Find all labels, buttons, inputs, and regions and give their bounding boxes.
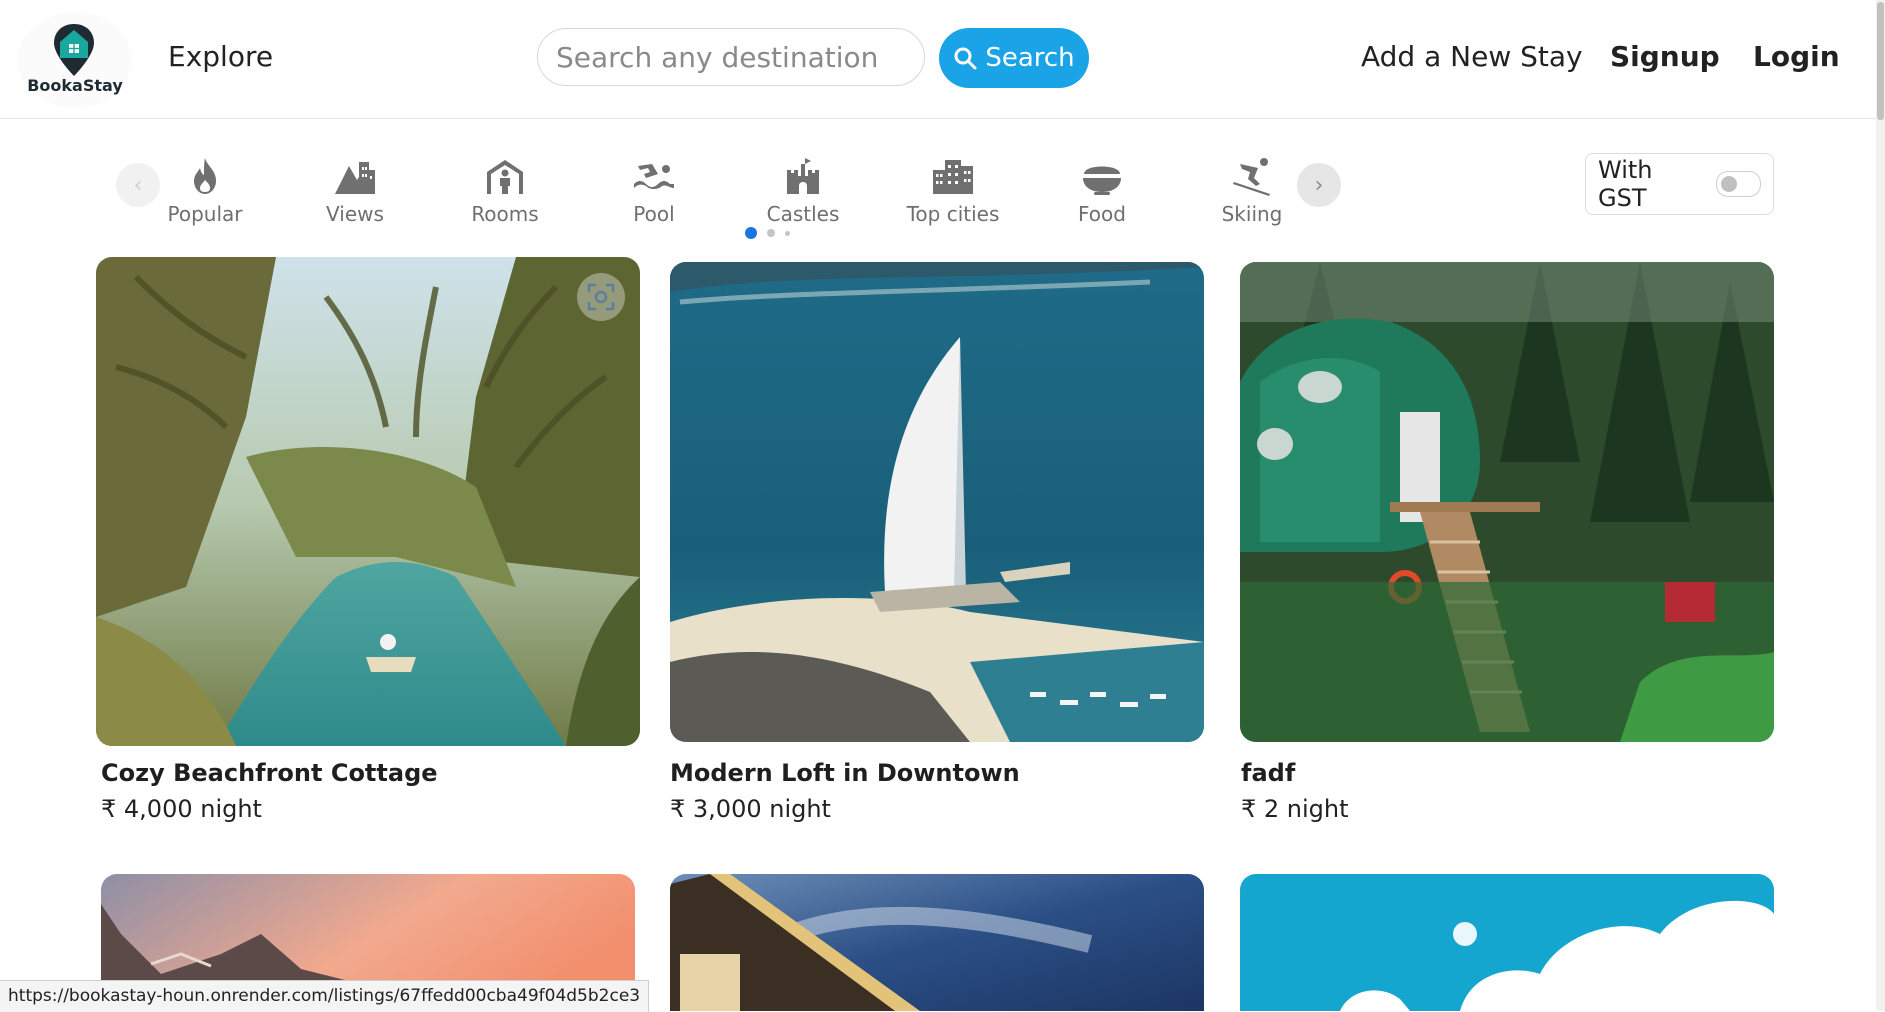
- search-icon: [954, 47, 977, 70]
- filter-label: Pool: [633, 202, 675, 226]
- scan-icon: [587, 283, 615, 311]
- link-preview-statusbar: https://bookastay-houn.onrender.com/list…: [0, 980, 650, 1012]
- search-button[interactable]: Search: [939, 28, 1089, 88]
- filter-food[interactable]: Food: [1037, 156, 1167, 226]
- filter-views[interactable]: Views: [290, 156, 420, 226]
- carousel-indicator: [745, 227, 790, 239]
- city-icon: [933, 160, 973, 194]
- listing-title[interactable]: Modern Loft in Downtown: [670, 759, 1020, 787]
- carousel-dot[interactable]: [785, 230, 790, 236]
- castle-icon: [787, 158, 819, 194]
- listing-title[interactable]: Cozy Beachfront Cottage: [101, 759, 438, 787]
- listing-price: ₹ 4,000 night: [101, 795, 262, 823]
- filter-label: Views: [326, 202, 384, 226]
- scroll-right-button[interactable]: ›: [1297, 163, 1341, 207]
- forest-dome-photo: [1240, 262, 1774, 742]
- person-skiing-icon: [1233, 158, 1270, 196]
- filter-label: Top cities: [906, 202, 1000, 226]
- listing-title[interactable]: fadf: [1241, 759, 1295, 787]
- gst-toggle-box[interactable]: With GST: [1585, 153, 1774, 215]
- filter-pool[interactable]: Pool: [589, 156, 719, 226]
- person-swimming-icon: [634, 164, 674, 189]
- logo-text: BookaStay: [27, 76, 123, 95]
- search-button-label: Search: [985, 43, 1075, 73]
- burj-al-arab-photo: [670, 262, 1204, 742]
- search-input[interactable]: [537, 28, 925, 86]
- listing-image-beach-sky[interactable]: [1240, 874, 1774, 1011]
- listing-price: ₹ 3,000 night: [670, 795, 831, 823]
- chevron-right-icon: ›: [1314, 172, 1324, 198]
- visual-search-button[interactable]: [577, 273, 625, 321]
- filter-castles[interactable]: Castles: [738, 156, 868, 226]
- logo[interactable]: BookaStay: [18, 12, 132, 108]
- carousel-dot-active[interactable]: [745, 227, 757, 239]
- filter-rooms[interactable]: Rooms: [440, 156, 570, 226]
- filter-label: Popular: [167, 202, 243, 226]
- listing-image-downtown-loft[interactable]: [670, 262, 1204, 742]
- villa-dusk-photo: [670, 874, 1204, 1011]
- filter-label: Skiing: [1221, 202, 1283, 226]
- person-shelter-icon: [487, 160, 523, 194]
- gst-switch[interactable]: [1715, 171, 1761, 197]
- blue-sky-photo: [1240, 874, 1774, 1011]
- scrollbar-thumb[interactable]: [1877, 2, 1884, 120]
- gst-label: With GST: [1598, 156, 1653, 212]
- listing-price: ₹ 2 night: [1241, 795, 1349, 823]
- mountain-city-icon: [335, 162, 375, 194]
- filter-popular[interactable]: Popular: [140, 156, 270, 226]
- tropical-river-photo: [96, 257, 640, 746]
- add-new-stay-link[interactable]: Add a New Stay: [1361, 40, 1583, 73]
- login-link[interactable]: Login: [1753, 40, 1840, 73]
- carousel-dot[interactable]: [767, 229, 775, 237]
- explore-link[interactable]: Explore: [168, 40, 273, 73]
- navbar: BookaStay Explore Search Add a New Stay …: [0, 0, 1876, 119]
- signup-link[interactable]: Signup: [1610, 40, 1720, 73]
- filter-label: Food: [1078, 202, 1126, 226]
- listing-image-beach-cottage[interactable]: [96, 257, 640, 746]
- gst-switch-knob: [1720, 176, 1737, 192]
- filter-label: Castles: [766, 202, 840, 226]
- bowl-food-icon: [1083, 166, 1121, 195]
- listing-image-treehouse[interactable]: [1240, 262, 1774, 742]
- listing-image-villa[interactable]: [670, 874, 1204, 1011]
- fire-icon: [194, 158, 216, 194]
- filter-top-cities[interactable]: Top cities: [888, 156, 1018, 226]
- scrollbar-track[interactable]: [1876, 0, 1885, 1011]
- home-pin-icon: [54, 24, 94, 76]
- filter-label: Rooms: [471, 202, 539, 226]
